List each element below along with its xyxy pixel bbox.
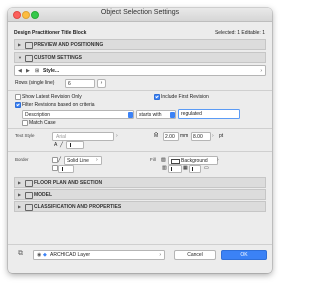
next-arrow-icon[interactable]: ▶ — [26, 68, 30, 74]
layer-lock-icon: ◆ — [43, 252, 47, 258]
fill-background-value: Background — [181, 157, 208, 164]
section-model[interactable]: ▶ MODEL — [14, 189, 266, 200]
line-arrow-icon: › — [96, 156, 98, 163]
divider — [8, 90, 272, 91]
include-first-checkbox[interactable] — [154, 94, 160, 100]
background-pen-select[interactable] — [189, 164, 201, 173]
text-align-icon[interactable]: A — [54, 142, 57, 148]
text-style-label: Text Style — [15, 133, 35, 138]
select-arrows-icon — [169, 111, 175, 118]
section-floor-plan[interactable]: ▶ FLOOR PLAN AND SECTION — [14, 177, 266, 188]
pt-arrow-icon[interactable]: › — [212, 133, 214, 139]
rows-arrow-button[interactable]: › — [97, 79, 106, 88]
show-latest-label: Show Latest Revision Only — [22, 93, 82, 100]
select-arrows-icon — [127, 111, 133, 118]
style-arrow-icon[interactable]: › — [260, 68, 262, 74]
rows-input[interactable]: 6 — [65, 79, 95, 88]
criteria-field-value: Description — [25, 111, 51, 118]
disclosure-triangle-icon: ▼ — [18, 55, 22, 60]
rows-label: Rows (single line) — [15, 80, 55, 86]
layer-select[interactable]: ◉ ◆ ARCHICAD Layer › — [33, 250, 165, 260]
title-bar: Object Selection Settings — [8, 8, 272, 22]
rows-value: 6 — [68, 80, 71, 87]
criteria-operator-value: starts with — [139, 111, 162, 118]
divider — [8, 128, 272, 129]
model-icon — [25, 191, 33, 199]
monitor-icon[interactable]: ▭ — [204, 165, 209, 171]
fill-pen-select[interactable] — [168, 164, 182, 173]
font-size-icon: M̃ — [154, 132, 159, 139]
border-label: Border — [15, 157, 29, 162]
size-unit: mm — [180, 133, 189, 139]
classification-icon — [25, 203, 33, 211]
section-custom-label: CUSTOM SETTINGS — [34, 54, 82, 61]
section-model-label: MODEL — [34, 191, 53, 198]
layer-value: ARCHICAD Layer — [50, 252, 91, 258]
preview-icon — [25, 41, 33, 49]
section-custom[interactable]: ▼ CUSTOM SETTINGS — [14, 52, 266, 63]
cancel-button[interactable]: Cancel — [174, 250, 216, 260]
fill-pen-icon: ▥ — [162, 164, 167, 171]
dialog-window: Object Selection Settings Design Practit… — [8, 8, 272, 273]
ok-button[interactable]: OK — [221, 250, 267, 260]
section-preview[interactable]: ▶ PREVIEW AND POSITIONING — [14, 39, 266, 50]
disclosure-triangle-icon: ▶ — [18, 42, 22, 47]
window-title: Object Selection Settings — [100, 9, 180, 16]
criteria-operator-select[interactable]: starts with — [136, 110, 176, 119]
criteria-value-input[interactable]: regulated — [178, 109, 240, 119]
style-label[interactable]: Style... — [43, 68, 59, 74]
pt-value: 8.00 — [193, 133, 203, 140]
size-value: 2.00 — [165, 133, 175, 140]
section-floor-plan-label: FLOOR PLAN AND SECTION — [34, 179, 103, 186]
style-glyph-icon: ⊞ — [35, 67, 40, 74]
line-icon: ╱ — [58, 156, 62, 163]
fill-select[interactable]: Background — [168, 156, 218, 165]
selected-info: Selected: 1 Editable: 1 — [214, 30, 265, 36]
include-first-label: Include First Revision — [161, 93, 209, 100]
floor-plan-icon — [25, 179, 33, 187]
style-navigator: ◀ ▶ ⊞ Style... › — [14, 65, 266, 76]
fill-pattern-icon: ▧ — [161, 156, 166, 163]
text-color-icon[interactable]: ╱ — [60, 142, 63, 148]
layer-stack-icon: ⧉ — [18, 250, 23, 257]
criteria-value-text: regulated — [181, 111, 202, 117]
size-input[interactable]: 2.00 — [163, 132, 179, 141]
font-value: Arial — [56, 133, 67, 140]
layer-arrow-icon: › — [159, 252, 161, 258]
font-select[interactable]: Arial — [52, 132, 114, 141]
custom-settings-icon — [25, 54, 33, 62]
section-preview-label: PREVIEW AND POSITIONING — [34, 41, 104, 48]
divider — [8, 151, 272, 152]
section-classification-label: CLASSIFICATION AND PROPERTIES — [34, 203, 122, 210]
border-pen-select[interactable] — [58, 164, 74, 173]
show-latest-checkbox[interactable] — [15, 94, 21, 100]
pt-input[interactable]: 8.00 — [191, 132, 211, 141]
prev-arrow-icon[interactable]: ◀ — [18, 68, 22, 74]
disclosure-triangle-icon: ▶ — [18, 180, 22, 185]
criteria-field-select[interactable]: Description — [22, 110, 134, 119]
section-classification[interactable]: ▶ CLASSIFICATION AND PROPERTIES — [14, 201, 266, 212]
match-case-checkbox[interactable] — [22, 120, 28, 126]
pt-unit: pt — [219, 133, 224, 139]
line-type-value: Solid Line — [67, 157, 89, 164]
disclosure-triangle-icon: ▶ — [18, 192, 22, 197]
filter-revisions-label: Filter Revisions based on criteria — [22, 101, 95, 108]
fill-arrow-icon: › — [217, 156, 219, 163]
filter-revisions-checkbox[interactable] — [15, 102, 21, 108]
match-case-label: Match Case — [29, 119, 56, 126]
font-arrow-icon: › — [116, 132, 118, 139]
layer-eye-icon: ◉ — [37, 252, 42, 258]
footer-divider — [8, 244, 272, 245]
text-pen-select[interactable] — [66, 141, 84, 149]
fill-label: Fill — [150, 157, 156, 162]
disclosure-triangle-icon: ▶ — [18, 204, 22, 209]
background-pen-icon: ▦ — [183, 164, 188, 171]
